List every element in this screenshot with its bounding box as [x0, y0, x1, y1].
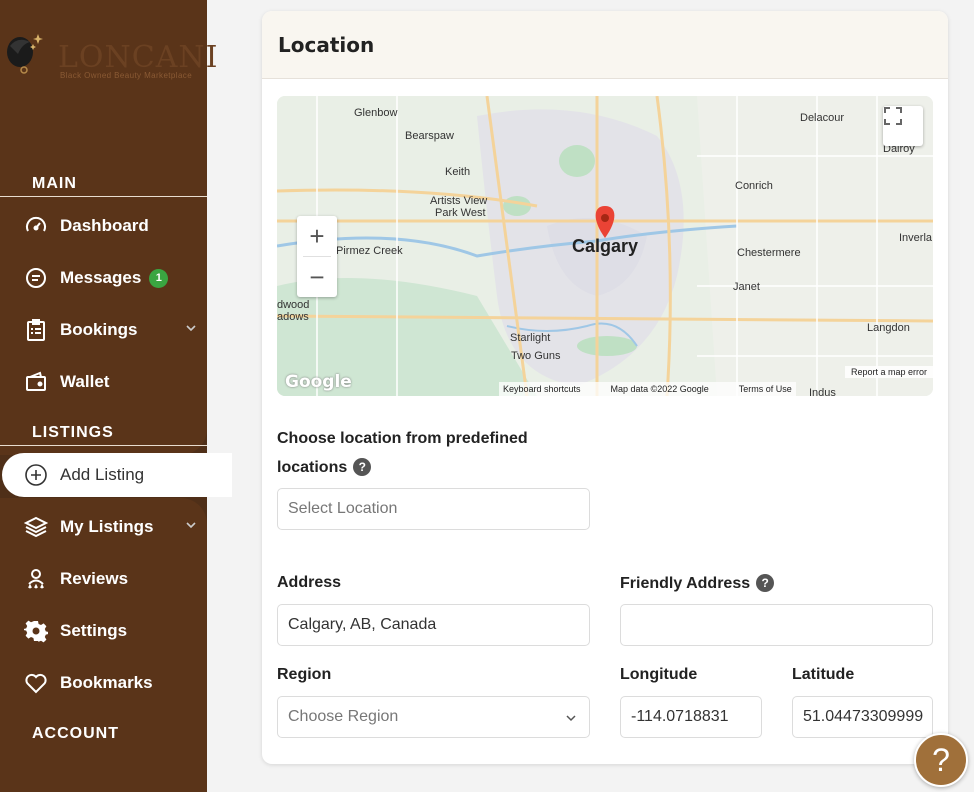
heart-icon [24, 671, 48, 695]
brand-tagline: Black Owned Beauty Marketplace [60, 71, 193, 80]
select-location-input[interactable]: Select Location [277, 488, 590, 530]
friendly-address-label-text: Friendly Address [620, 575, 751, 592]
section-account: ACCOUNT [32, 725, 119, 742]
zoom-out-button[interactable]: − [297, 257, 337, 297]
map-place-label: Bearspaw [405, 130, 454, 142]
sidebar-item-dashboard[interactable]: Dashboard [0, 204, 207, 248]
zoom-in-button[interactable]: + [297, 216, 337, 256]
map-place-label: Artists View [430, 195, 488, 207]
brand-name[interactable]: LONCANI [58, 40, 219, 75]
terms-of-use-link[interactable]: Terms of Use [739, 384, 792, 394]
sidebar-item-wallet[interactable]: Wallet [0, 360, 207, 404]
google-logo: Google [285, 372, 352, 392]
messages-count-badge: 1 [149, 268, 169, 288]
map-attribution: Keyboard shortcuts Map data ©2022 Google… [499, 382, 796, 396]
sidebar-item-label: My Listings [60, 517, 154, 536]
friendly-address-input[interactable] [620, 604, 933, 646]
map-place-label: Starlight [510, 332, 551, 344]
reviews-icon [24, 567, 48, 591]
region-select-value: Choose Region [288, 708, 399, 725]
sidebar: LONCANI Black Owned Beauty Marketplace M… [0, 0, 232, 792]
map-city-label: Calgary [572, 236, 639, 256]
sidebar-item-label: Settings [60, 621, 128, 640]
chevron-down-icon[interactable] [185, 519, 197, 531]
help-icon[interactable]: ? [353, 458, 372, 476]
sidebar-item-label: Messages [60, 268, 142, 287]
map-data-text: Map data ©2022 Google [610, 384, 709, 394]
sidebar-item-label: Reviews [60, 569, 129, 588]
wallet-icon [24, 370, 48, 394]
fullscreen-icon [884, 107, 902, 125]
sidebar-item-label: Dashboard [60, 216, 149, 235]
map-place-label: Delacour [800, 112, 845, 124]
predefined-location-label-2: locations? [277, 458, 372, 477]
location-card: Location Glenbow Bearspaw Keith Artists … [262, 11, 948, 764]
map-place-label: Keith [445, 166, 471, 178]
sidebar-item-add-listing[interactable]: Add Listing [2, 453, 232, 497]
map-place-label: Janet [733, 281, 760, 293]
map-place-label: Two Guns [511, 350, 561, 362]
chevron-down-icon[interactable] [185, 322, 197, 334]
sidebar-item-bookings[interactable]: Bookings [0, 308, 207, 352]
address-label: Address [277, 574, 342, 591]
chevron-down-icon [566, 715, 576, 722]
map-place-label: Pirmez Creek [336, 245, 403, 257]
sidebar-item-reviews[interactable]: Reviews [0, 557, 207, 601]
sidebar-item-label: Bookmarks [60, 673, 153, 692]
map-place-label: adows [277, 311, 309, 323]
fullscreen-button[interactable] [883, 106, 923, 146]
latitude-input[interactable]: 51.04473309999 [792, 696, 933, 738]
help-icon[interactable]: ? [756, 574, 775, 592]
address-input[interactable]: Calgary, AB, Canada [277, 604, 590, 646]
chat-icon [24, 266, 48, 290]
map-zoom-control: + − [297, 216, 337, 297]
support-help-button[interactable]: ? [914, 733, 968, 787]
sidebar-item-label: Add Listing [60, 465, 145, 484]
map-place-label: Glenbow [354, 107, 398, 119]
sidebar-item-label: Bookings [60, 320, 138, 339]
brand-logo-mark [7, 34, 43, 74]
clipboard-icon [24, 318, 48, 342]
sidebar-divider [0, 445, 207, 446]
region-label: Region [277, 666, 332, 683]
sidebar-item-label: Wallet [60, 372, 110, 391]
plus-circle-icon [24, 463, 48, 487]
latitude-label: Latitude [792, 666, 855, 683]
map-place-label: Langdon [867, 322, 910, 334]
map-place-label: dwood [277, 299, 310, 311]
gauge-icon [24, 214, 48, 238]
card-title: Location [278, 33, 375, 57]
friendly-address-label: Friendly Address? [620, 574, 775, 593]
map-place-label: Inverla [899, 232, 933, 244]
map-place-label: Conrich [735, 180, 773, 192]
card-header: Location [262, 11, 948, 79]
longitude-input[interactable]: -114.0718831 [620, 696, 762, 738]
gear-icon [24, 619, 48, 643]
keyboard-shortcuts-link[interactable]: Keyboard shortcuts [503, 384, 581, 394]
report-map-error-link[interactable]: Report a map error [844, 366, 933, 378]
longitude-label: Longitude [620, 666, 698, 683]
section-listings: LISTINGS [32, 424, 114, 441]
map-place-label: Chestermere [737, 247, 801, 259]
section-main: MAIN [32, 175, 77, 192]
sidebar-item-my-listings[interactable]: My Listings [0, 505, 207, 549]
map-place-label: Indus [809, 387, 836, 396]
map-place-label: Park West [435, 207, 486, 219]
predefined-location-label: Choose location from predefined [277, 430, 528, 447]
region-select[interactable]: Choose Region [277, 696, 590, 738]
sidebar-item-messages[interactable]: Messages 1 [0, 256, 207, 300]
sidebar-item-bookmarks[interactable]: Bookmarks [0, 661, 207, 705]
predefined-location-label-text: locations [277, 459, 348, 476]
layers-icon [24, 515, 48, 539]
sidebar-divider [0, 196, 207, 197]
sidebar-item-settings[interactable]: Settings [0, 609, 207, 653]
map[interactable]: Glenbow Bearspaw Keith Artists View Park… [277, 96, 933, 396]
